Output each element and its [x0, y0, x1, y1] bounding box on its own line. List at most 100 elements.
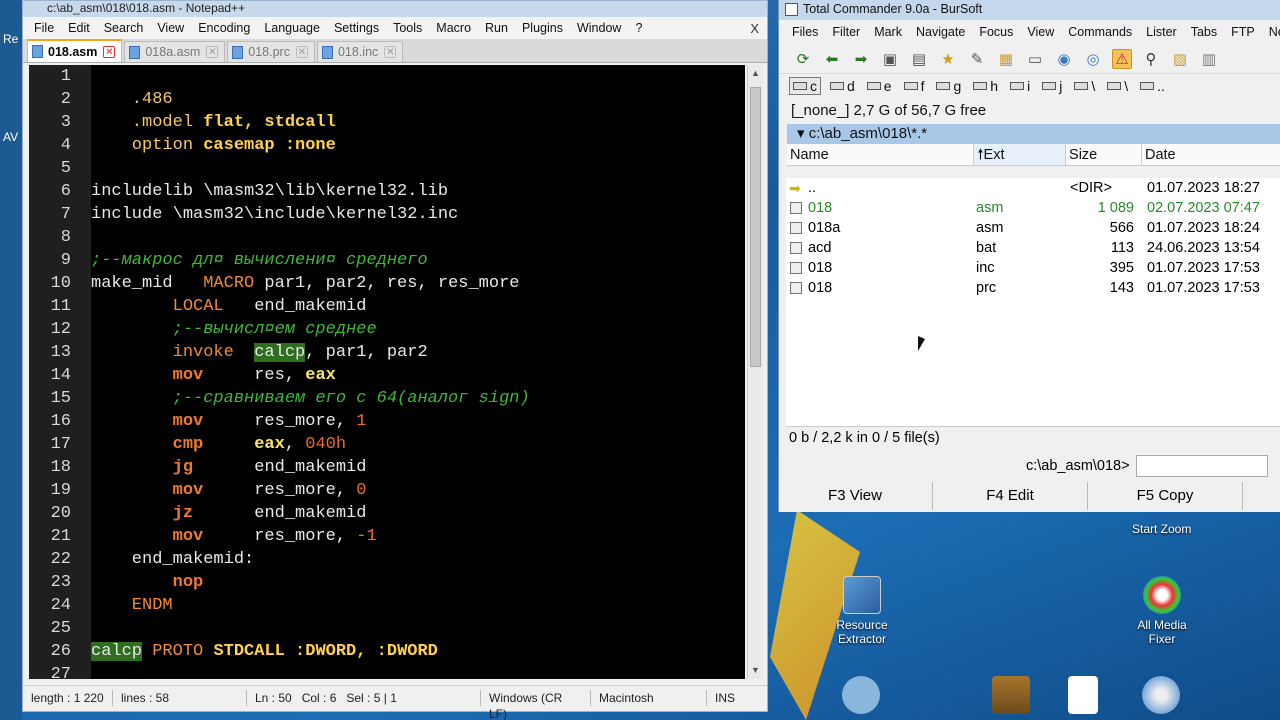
back-arrow-icon[interactable]: ⬅	[822, 49, 842, 69]
line-number: 7	[60, 205, 71, 224]
drive-label: \	[1091, 78, 1096, 94]
menu-item[interactable]: Plugins	[515, 21, 570, 35]
column-ext[interactable]: 🠕Ext	[974, 144, 1067, 165]
file-row[interactable]: 018 inc 395 01.07.2023 17:53	[786, 258, 1280, 278]
refresh-icon[interactable]: ⟳	[793, 49, 813, 69]
line-number: 3	[60, 113, 71, 132]
code-text: cmp eax, 040h	[91, 433, 346, 456]
tab-close-icon[interactable]: ✕	[103, 45, 116, 58]
file-row[interactable]: 018 prc 143 01.07.2023 17:53	[786, 278, 1280, 298]
pack-icon[interactable]: ▣	[880, 49, 900, 69]
drive-button[interactable]: c	[789, 77, 821, 95]
desktop-icon-resource-extractor[interactable]: Resource Extractor	[822, 576, 902, 646]
column-size[interactable]: Size	[1066, 144, 1142, 165]
menu-item[interactable]: Run	[478, 21, 515, 35]
file-row[interactable]: ➡.. <DIR> 01.07.2023 18:27	[786, 178, 1280, 198]
tc-menu-item[interactable]: Focus	[972, 25, 1020, 39]
column-name[interactable]: Name	[787, 144, 975, 165]
atom-icon[interactable]	[1142, 676, 1180, 714]
code-token: -1	[356, 527, 377, 546]
menu-item[interactable]: View	[150, 21, 191, 35]
clipboard-icon[interactable]: ▭	[1025, 49, 1045, 69]
code-editor[interactable]: 12 .486 3 .model flat, stdcall 4 option ca…	[29, 65, 745, 679]
menu-item[interactable]: Macro	[429, 21, 478, 35]
forward-arrow-icon[interactable]: ➡	[851, 49, 871, 69]
command-input[interactable]	[1135, 455, 1268, 477]
menu-item[interactable]: Encoding	[191, 21, 257, 35]
menu-item[interactable]: Edit	[61, 21, 97, 35]
desktop-shortcut-icon[interactable]	[842, 676, 880, 714]
tc-menu-item[interactable]: Files	[785, 25, 825, 39]
drive-button[interactable]: ..	[1137, 78, 1168, 94]
tab-label: 018.inc	[337, 45, 379, 59]
function-key-button[interactable]: F3 View	[778, 482, 933, 510]
function-key-button[interactable]: F5 Copy	[1088, 482, 1243, 510]
menu-item[interactable]: Language	[257, 21, 327, 35]
drive-button[interactable]: i	[1007, 78, 1033, 94]
tc-menu-item[interactable]: Filter	[825, 25, 867, 39]
tab-file[interactable]: 018a.asm ✕	[124, 41, 226, 62]
file-row[interactable]: 018a asm 566 01.07.2023 18:24	[786, 218, 1280, 238]
tc-menu-item[interactable]: View	[1020, 25, 1061, 39]
line-number: 21	[50, 527, 71, 546]
unpack-icon[interactable]: ▤	[909, 49, 929, 69]
view-icon[interactable]: ▥	[1199, 49, 1219, 69]
sync-icon[interactable]: ▧	[1170, 49, 1190, 69]
code-token: mov	[91, 481, 204, 500]
scroll-down-icon[interactable]: ▼	[751, 665, 760, 675]
function-key-button[interactable]: F4 Edit	[933, 482, 1088, 510]
tab-file[interactable]: 018.asm ✕	[27, 39, 123, 62]
menu-item[interactable]: ?	[628, 21, 649, 35]
code-text: mov res_more, -1	[91, 525, 377, 548]
drive-button[interactable]: e	[864, 78, 895, 94]
tc-menu-item[interactable]: Net	[1262, 25, 1280, 39]
drive-button[interactable]: \	[1071, 78, 1098, 94]
network-icon[interactable]: ◎	[1083, 49, 1103, 69]
scroll-up-icon[interactable]: ▲	[751, 68, 760, 78]
tab-file[interactable]: 018.prc ✕	[227, 41, 315, 62]
tab-close-icon[interactable]: ✕	[384, 46, 397, 58]
current-path[interactable]: ▾ c:\ab_asm\018\*.*	[787, 124, 1280, 144]
tc-menu-item[interactable]: Mark	[867, 25, 909, 39]
menu-item[interactable]: Settings	[327, 21, 386, 35]
drive-button[interactable]: d	[827, 78, 858, 94]
archive-icon[interactable]	[992, 676, 1030, 714]
code-text: includelib \masm32\lib\kernel32.lib	[91, 180, 448, 203]
folder-tree-icon[interactable]: ▦	[996, 49, 1016, 69]
tc-menu-item[interactable]: Navigate	[909, 25, 972, 39]
selection-info: 0 b / 2,2 k in 0 / 5 file(s)	[786, 426, 1280, 448]
column-date[interactable]: Date	[1142, 144, 1280, 165]
scrollbar-thumb[interactable]	[750, 87, 761, 367]
tc-menu-item[interactable]: Commands	[1061, 25, 1139, 39]
edit-icon[interactable]: ✎	[967, 49, 987, 69]
close-document-icon[interactable]: X	[750, 21, 767, 36]
ftp-icon[interactable]: ◉	[1054, 49, 1074, 69]
favorites-icon[interactable]: ★	[938, 49, 958, 69]
code-token: .model	[91, 113, 204, 132]
tc-menu-item[interactable]: FTP	[1224, 25, 1262, 39]
code-text: make_mid MACRO par1, par2, res, res_more	[91, 272, 519, 295]
warning-icon[interactable]: ⚠	[1112, 48, 1132, 69]
tc-menu-item[interactable]: Lister	[1139, 25, 1184, 39]
drive-button[interactable]: f	[901, 78, 928, 94]
tab-close-icon[interactable]: ✕	[295, 46, 308, 58]
menu-item[interactable]: Window	[570, 21, 628, 35]
tab-file[interactable]: 018.inc ✕	[316, 41, 404, 62]
desktop-icon-all-media-fixer[interactable]: All Media Fixer	[1122, 576, 1202, 646]
menu-item[interactable]: File	[27, 21, 61, 35]
drive-button[interactable]: j	[1039, 78, 1065, 94]
drive-button[interactable]: \	[1104, 78, 1131, 94]
code-line: 7 include \masm32\include\kernel32.inc	[29, 203, 745, 226]
menu-item[interactable]: Tools	[386, 21, 429, 35]
document-icon[interactable]	[1068, 676, 1098, 714]
drive-button[interactable]: g	[933, 78, 964, 94]
tab-close-icon[interactable]: ✕	[206, 46, 219, 58]
drive-button[interactable]: h	[970, 78, 1001, 94]
file-row[interactable]: acd bat 113 24.06.2023 13:54	[786, 238, 1280, 258]
menu-item[interactable]: Search	[97, 21, 151, 35]
tc-menu-item[interactable]: Tabs	[1184, 25, 1224, 39]
search-icon[interactable]: ⚲	[1141, 49, 1161, 69]
file-row[interactable]: 018 asm 1 089 02.07.2023 07:47	[786, 198, 1280, 218]
vertical-scrollbar[interactable]: ▲ ▼	[747, 65, 763, 679]
